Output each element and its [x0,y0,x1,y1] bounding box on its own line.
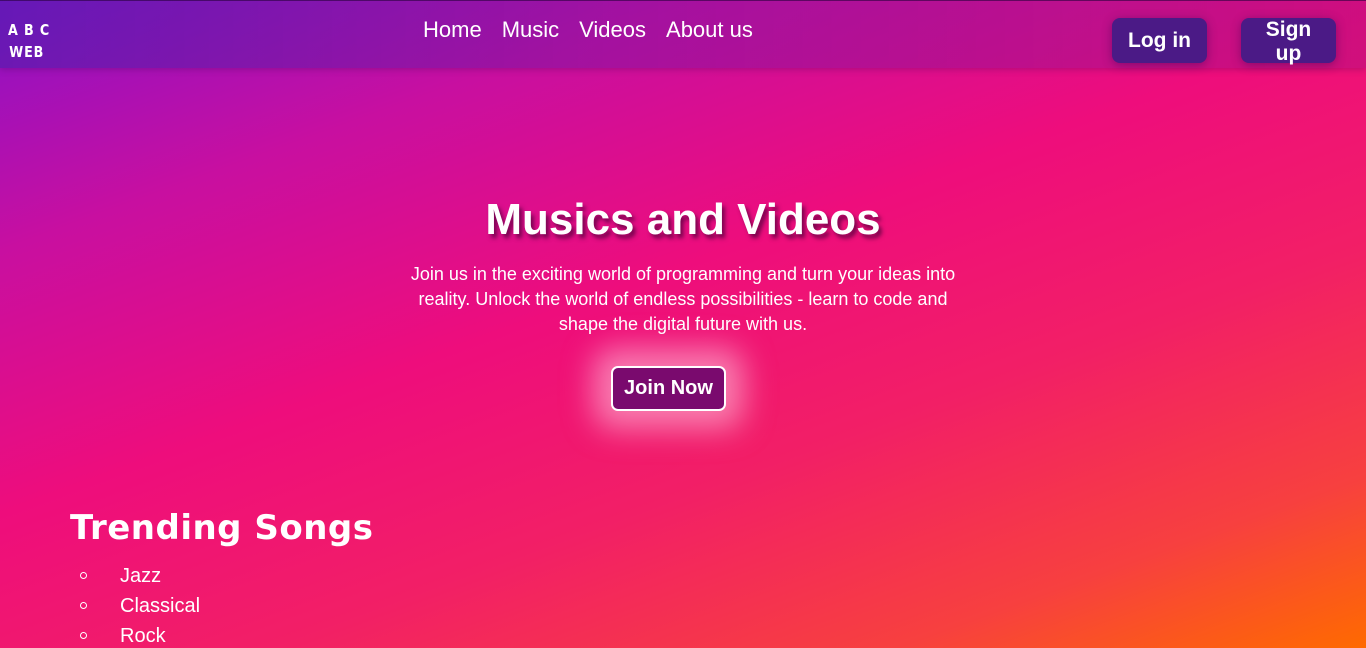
song-label: Jazz [120,565,162,587]
login-button[interactable]: Log in [1112,18,1207,63]
logo-line-2: WEB [9,43,45,61]
join-now-button[interactable]: Join Now [611,366,726,411]
nav-link-about-us[interactable]: About us [666,17,753,43]
nav-link-videos[interactable]: Videos [579,17,646,43]
hero-description: Join us in the exciting world of program… [410,264,956,334]
trending-songs-heading: Trending Songs [70,508,374,548]
top-navbar: A B C WEB Home Music Videos About us Log… [0,0,1366,68]
trending-songs-list: Jazz Classical Rock [0,563,200,648]
signup-button[interactable]: Sign up [1241,18,1336,65]
song-label: Rock [120,625,166,647]
list-item[interactable]: Rock [0,623,200,648]
main-nav: Home Music Videos About us [423,17,753,43]
list-item[interactable]: Jazz [0,563,200,593]
circle-bullet-icon [80,602,87,609]
list-item[interactable]: Classical [0,593,200,623]
circle-bullet-icon [80,632,87,639]
nav-link-home[interactable]: Home [423,17,482,43]
hero-title: Musics and Videos [485,195,881,244]
song-label: Classical [120,595,201,617]
logo-line-1: A B C [8,21,51,39]
site-logo[interactable]: A B C WEB [8,19,51,63]
circle-bullet-icon [80,572,87,579]
nav-link-music[interactable]: Music [502,17,559,43]
